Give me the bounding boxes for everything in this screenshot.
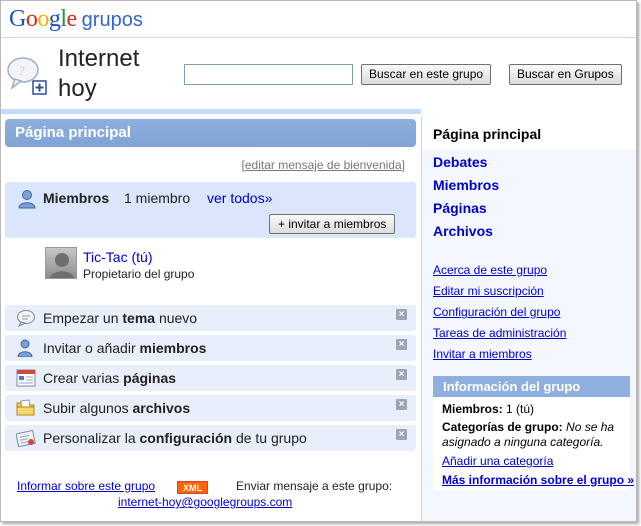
search-all-groups-button[interactable]: Buscar en Grupos <box>509 64 622 85</box>
search-input[interactable] <box>184 64 353 85</box>
group-header: ? Internet hoy Buscar en este grupo Busc… <box>1 41 636 115</box>
person-icon <box>16 339 36 358</box>
task-new-topic[interactable]: Empezar un tema nuevo × <box>5 305 416 331</box>
main-title-bar: Página principal <box>5 119 416 147</box>
group-info-members: Miembros: 1 (tú) <box>442 402 535 416</box>
close-icon[interactable]: × <box>396 339 407 350</box>
task-label[interactable]: Crear varias páginas <box>43 370 176 386</box>
sidebar-link-about[interactable]: Acerca de este grupo <box>433 263 547 277</box>
header-divider <box>1 109 421 114</box>
task-label[interactable]: Personalizar la configuración de tu grup… <box>43 430 307 446</box>
sidebar-link-group-settings[interactable]: Configuración del grupo <box>433 305 560 319</box>
product-name: grupos <box>81 9 143 31</box>
task-label[interactable]: Empezar un tema nuevo <box>43 310 197 326</box>
task-label[interactable]: Invitar o añadir miembros <box>43 340 206 356</box>
task-create-pages[interactable]: Crear varias páginas × <box>5 365 416 391</box>
sidebar-item-members[interactable]: Miembros <box>433 177 499 193</box>
google-logo-text: Google <box>9 6 77 32</box>
pages-icon <box>16 369 36 387</box>
person-icon <box>17 189 37 212</box>
task-customize-settings[interactable]: Personalizar la configuración de tu grup… <box>5 425 416 451</box>
sidebar-item-pages[interactable]: Páginas <box>433 200 487 216</box>
sidebar-link-invite-members[interactable]: Invitar a miembros <box>433 347 532 361</box>
close-icon[interactable]: × <box>396 399 407 410</box>
sidebar-item-files[interactable]: Archivos <box>433 223 493 239</box>
task-invite-members[interactable]: Invitar o añadir miembros × <box>5 335 416 361</box>
settings-icon <box>15 429 36 448</box>
close-icon[interactable]: × <box>396 429 407 440</box>
edit-welcome-link[interactable]: [editar mensaje de bienvenida] <box>242 158 405 172</box>
folder-icon <box>16 399 36 417</box>
members-label: Miembros <box>43 190 110 206</box>
report-group-link[interactable]: Informar sobre este grupo <box>17 479 155 493</box>
task-label[interactable]: Subir algunos archivos <box>43 400 190 416</box>
add-category-link[interactable]: Añadir una categoría <box>442 454 553 468</box>
sidebar-current-page: Página principal <box>433 126 542 142</box>
sidebar-link-admin-tasks[interactable]: Tareas de administración <box>433 326 566 340</box>
sidebar-link-edit-subscription[interactable]: Editar mi suscripción <box>433 284 544 298</box>
xml-feed-icon[interactable]: XML <box>177 481 208 494</box>
owner-role: Propietario del grupo <box>83 267 195 281</box>
see-all-members-link[interactable]: ver todos» <box>207 190 272 206</box>
owner-name-link[interactable]: Tic-Tac (tú) <box>83 249 152 265</box>
group-title: Internet hoy <box>58 45 140 102</box>
send-message-label: Enviar mensaje a este grupo: <box>236 479 393 493</box>
page-title: Página principal <box>15 124 131 141</box>
members-count: 1 miembro <box>124 190 191 206</box>
svg-text:?: ? <box>18 63 25 78</box>
invite-members-button[interactable]: + invitar a miembros <box>269 214 396 234</box>
close-icon[interactable]: × <box>396 369 407 380</box>
more-group-info-link[interactable]: Más información sobre el grupo » <box>442 473 634 487</box>
sidebar: Página principal Debates Miembros Página… <box>422 115 636 521</box>
group-icon: ? <box>6 54 48 96</box>
window: Google grupos ? Internet hoy Buscar en e… <box>0 0 637 522</box>
sidebar-item-debates[interactable]: Debates <box>433 154 487 170</box>
avatar <box>45 247 77 279</box>
group-info-categories: Categorías de grupo: No se ha asignado a… <box>442 420 615 449</box>
search-group-button[interactable]: Buscar en este grupo <box>361 64 492 85</box>
edit-welcome-text[interactable]: editar mensaje de bienvenida <box>245 158 402 172</box>
speech-bubble-icon <box>16 309 36 328</box>
members-panel: Miembros 1 miembro ver todos» + invitar … <box>5 182 416 238</box>
group-info-panel: Información del grupo Miembros: 1 (tú) C… <box>433 376 634 490</box>
group-email-link[interactable]: internet-hoy@googlegroups.com <box>118 495 292 509</box>
divider <box>1 37 636 38</box>
close-icon[interactable]: × <box>396 309 407 320</box>
google-groups-logo[interactable]: Google grupos <box>9 6 143 34</box>
group-info-title: Información del grupo <box>433 376 630 397</box>
task-upload-files[interactable]: Subir algunos archivos × <box>5 395 416 421</box>
